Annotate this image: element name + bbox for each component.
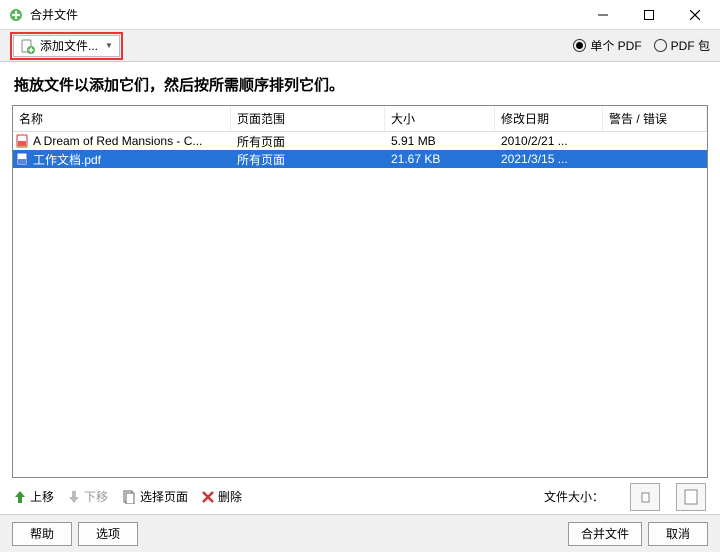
toolbar: 添加文件... ▼ 单个 PDF PDF 包 bbox=[0, 30, 720, 62]
add-files-button[interactable]: 添加文件... ▼ bbox=[13, 35, 120, 57]
delete-button[interactable]: 删除 bbox=[202, 488, 242, 505]
cancel-button[interactable]: 取消 bbox=[648, 522, 708, 546]
merge-button[interactable]: 合并文件 bbox=[568, 522, 642, 546]
output-type-radio-group: 单个 PDF PDF 包 bbox=[573, 37, 710, 54]
close-button[interactable] bbox=[672, 0, 718, 30]
add-files-label: 添加文件... bbox=[40, 37, 98, 54]
cell-name: 工作文档.pdf bbox=[33, 151, 101, 168]
table-row[interactable]: 工作文档.pdf 所有页面21.67 KB2021/3/15 ... bbox=[13, 150, 707, 168]
cell-size: 5.91 MB bbox=[385, 133, 495, 149]
radio-single-pdf[interactable]: 单个 PDF bbox=[573, 37, 641, 54]
options-button[interactable]: 选项 bbox=[78, 522, 138, 546]
dropdown-arrow-icon: ▼ bbox=[105, 41, 113, 50]
radio-package-label: PDF 包 bbox=[671, 37, 710, 54]
titlebar: 合并文件 bbox=[0, 0, 720, 30]
window-title: 合并文件 bbox=[30, 6, 580, 23]
cell-warn bbox=[603, 140, 707, 142]
select-pages-label: 选择页面 bbox=[140, 488, 188, 505]
cell-warn bbox=[603, 158, 707, 160]
size-small-button[interactable] bbox=[630, 483, 660, 511]
cell-name: A Dream of Red Mansions - C... bbox=[33, 134, 202, 148]
cell-pages: 所有页面 bbox=[231, 132, 385, 151]
help-button[interactable]: 帮助 bbox=[12, 522, 72, 546]
table-row[interactable]: A Dream of Red Mansions - C... 所有页面5.91 M… bbox=[13, 132, 707, 150]
delete-icon bbox=[202, 491, 214, 503]
select-pages-button[interactable]: 选择页面 bbox=[122, 488, 188, 505]
delete-label: 删除 bbox=[218, 488, 242, 505]
list-body[interactable]: A Dream of Red Mansions - C... 所有页面5.91 M… bbox=[13, 132, 707, 477]
size-large-button[interactable] bbox=[676, 483, 706, 511]
radio-single-label: 单个 PDF bbox=[590, 37, 641, 54]
move-down-button[interactable]: 下移 bbox=[68, 488, 108, 505]
window-controls bbox=[580, 0, 718, 30]
move-up-label: 上移 bbox=[30, 488, 54, 505]
file-icon bbox=[15, 134, 29, 148]
file-list: 名称 页面范围 大小 修改日期 警告 / 错误 A Dream of Red M… bbox=[12, 105, 708, 478]
cell-date: 2010/2/21 ... bbox=[495, 133, 603, 149]
maximize-button[interactable] bbox=[626, 0, 672, 30]
radio-pdf-package[interactable]: PDF 包 bbox=[654, 37, 710, 54]
add-files-icon bbox=[20, 38, 36, 54]
add-files-highlight: 添加文件... ▼ bbox=[10, 32, 123, 60]
arrow-up-icon bbox=[14, 490, 26, 504]
cell-date: 2021/3/15 ... bbox=[495, 151, 603, 167]
app-icon bbox=[8, 7, 24, 23]
radio-icon bbox=[654, 39, 667, 52]
col-header-size[interactable]: 大小 bbox=[385, 106, 495, 131]
list-header: 名称 页面范围 大小 修改日期 警告 / 错误 bbox=[13, 106, 707, 132]
move-down-label: 下移 bbox=[84, 488, 108, 505]
col-header-pages[interactable]: 页面范围 bbox=[231, 106, 385, 131]
col-header-warn[interactable]: 警告 / 错误 bbox=[603, 106, 707, 131]
bottom-bar: 帮助 选项 合并文件 取消 bbox=[0, 514, 720, 552]
instructions-text: 拖放文件以添加它们，然后按所需顺序排列它们。 bbox=[0, 62, 720, 105]
col-header-date[interactable]: 修改日期 bbox=[495, 106, 603, 131]
col-header-name[interactable]: 名称 bbox=[13, 106, 231, 131]
file-size-label: 文件大小： bbox=[544, 488, 604, 505]
actions-bar: 上移 下移 选择页面 删除 文件大小： bbox=[0, 478, 720, 514]
move-up-button[interactable]: 上移 bbox=[14, 488, 54, 505]
arrow-down-icon bbox=[68, 490, 80, 504]
cell-pages: 所有页面 bbox=[231, 150, 385, 169]
radio-icon bbox=[573, 39, 586, 52]
minimize-button[interactable] bbox=[580, 0, 626, 30]
pages-icon bbox=[122, 490, 136, 504]
file-icon bbox=[15, 152, 29, 166]
cell-size: 21.67 KB bbox=[385, 151, 495, 167]
